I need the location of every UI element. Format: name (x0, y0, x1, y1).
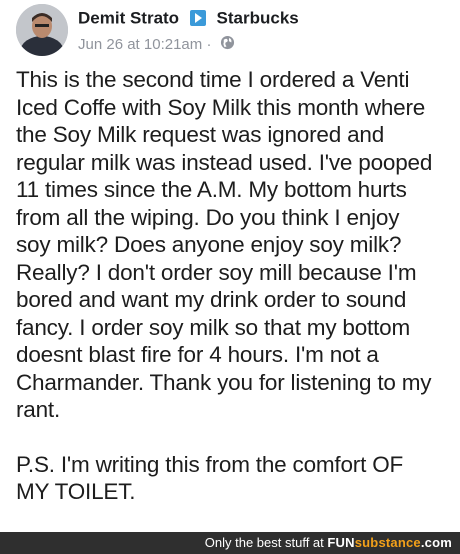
post-line: This is the second time I ordered a Vent… (16, 67, 410, 92)
arrow-right-icon (189, 9, 206, 26)
post-timestamp[interactable]: Jun 26 at 10:21am (78, 36, 202, 53)
ps-line: MY TOILET. (16, 479, 136, 504)
post-line: doesnt blast fire for 4 hours. I'm not a (16, 342, 379, 367)
page-name[interactable]: Starbucks (217, 9, 299, 28)
post-line: bored and want my drink order to sound (16, 287, 407, 312)
brand-tld: .com (420, 535, 452, 550)
post-line: the Soy Milk request was ignored and (16, 122, 385, 147)
post-author-line: Demit Strato Starbucks (78, 8, 299, 29)
meta-separator: · (206, 36, 212, 53)
ps-line: P.S. I'm writing this from the comfort O… (16, 451, 404, 477)
brand-fun: FUN (327, 535, 355, 550)
watermark-tagline: Only the best stuff at (204, 535, 324, 550)
post-line: rant. (16, 397, 61, 422)
brand-sub: substance (354, 535, 421, 550)
post-line: regular milk was instead used. I've poop… (16, 149, 433, 175)
funsubstance-logo: FUNsubstance.com (327, 535, 452, 550)
post-line: Charmander. Thank you for listening to m… (16, 369, 432, 395)
post-body: This is the second time I ordered a Vent… (16, 66, 456, 506)
post-line: 11 times since the A.M. My bottom hurts (16, 177, 407, 202)
globe-icon (220, 35, 235, 54)
post-line: Really? I don't order soy mill because I… (16, 259, 417, 285)
watermark-bar: Only the best stuff at FUNsubstance.com (0, 532, 460, 554)
post-header: Demit Strato Starbucks Jun 26 at 10:21am… (0, 0, 460, 62)
post-line: soy milk? Does anyone enjoy soy milk? (16, 232, 402, 257)
post-line: fancy. I order soy milk so that my botto… (16, 314, 411, 340)
post-line: Iced Coffe with Soy Milk this month wher… (16, 94, 426, 120)
author-name[interactable]: Demit Strato (78, 9, 179, 28)
post-meta: Jun 26 at 10:21am · (78, 35, 235, 54)
post-line: from all the wiping. Do you think I enjo… (16, 204, 400, 230)
avatar[interactable] (16, 4, 68, 56)
